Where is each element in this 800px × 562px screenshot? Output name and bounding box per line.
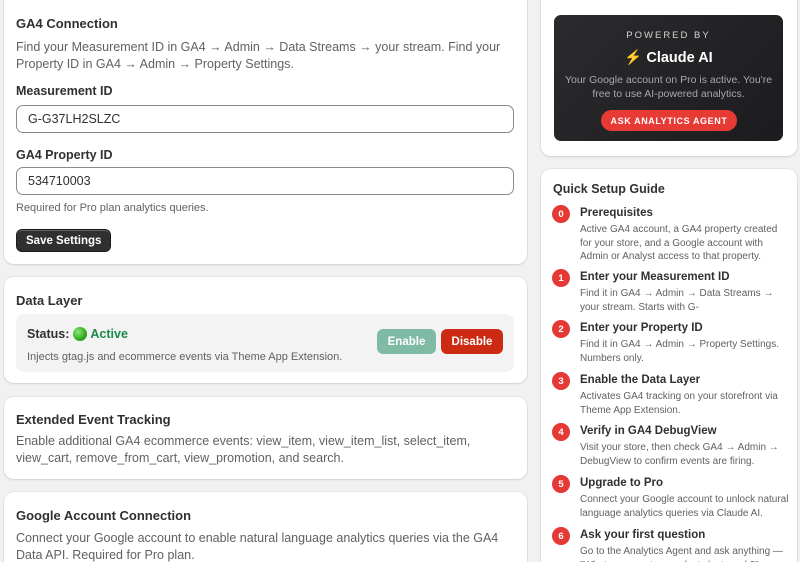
- status-prefix: Status:: [27, 327, 70, 341]
- step-title: Prerequisites: [580, 207, 653, 219]
- step-title: Verify in GA4 DebugView: [580, 425, 717, 437]
- data-layer-title: Data Layer: [16, 293, 83, 308]
- step-description: Find it in GA4 → Admin → Data Streams → …: [580, 288, 774, 313]
- step-description: Active GA4 account, a GA4 property creat…: [580, 224, 778, 262]
- data-layer-status-box: Status: Active Injects gtag.js and ecomm…: [16, 314, 514, 372]
- google-account-card: Google Account Connection Connect your G…: [4, 492, 527, 562]
- step-number-badge: 0: [552, 205, 570, 223]
- step-title: Enter your Measurement ID: [580, 271, 730, 283]
- step-number-badge: 5: [552, 475, 570, 493]
- green-circle-icon: [73, 327, 88, 341]
- measurement-id-input[interactable]: [16, 105, 514, 133]
- property-id-input[interactable]: [16, 167, 514, 195]
- enable-button[interactable]: Enable: [377, 329, 436, 354]
- step-title: Ask your first question: [580, 529, 706, 541]
- google-account-title: Google Account Connection: [16, 508, 192, 523]
- powered-by-card: POWERED BY ⚡ Claude AI Your Google accoun…: [541, 0, 797, 156]
- ga4-connection-card: GA4 Connection Find your Measurement ID …: [4, 0, 527, 264]
- powered-by-panel: POWERED BY ⚡ Claude AI Your Google accoun…: [554, 15, 783, 141]
- step-number-badge: 4: [552, 423, 570, 441]
- google-account-description: Connect your Google account to enable na…: [16, 531, 499, 562]
- measurement-id-label: Measurement ID: [16, 84, 113, 98]
- powered-by-description: Your Google account on Pro is active. Yo…: [564, 74, 773, 100]
- quick-setup-guide-card: Quick Setup Guide 0 Prerequisites Active…: [541, 169, 797, 562]
- step-number-badge: 2: [552, 320, 570, 338]
- brand-line: ⚡ Claude AI: [554, 49, 783, 66]
- step-title: Enable the Data Layer: [580, 374, 701, 386]
- ask-analytics-agent-button[interactable]: ASK ANALYTICS AGENT: [601, 110, 737, 131]
- data-layer-status: Status: Active: [27, 327, 128, 341]
- property-id-help: Required for Pro plan analytics queries.: [16, 202, 209, 214]
- step-description: Activates GA4 tracking on your storefron…: [580, 391, 778, 416]
- data-layer-card: Data Layer Status: Active Injects gtag.j…: [4, 277, 527, 383]
- extended-tracking-title: Extended Event Tracking: [16, 412, 171, 427]
- save-settings-button[interactable]: Save Settings: [16, 229, 112, 252]
- data-layer-description: Injects gtag.js and ecommerce events via…: [27, 351, 343, 363]
- step-title: Upgrade to Pro: [580, 477, 664, 489]
- property-id-label: GA4 Property ID: [16, 148, 113, 162]
- disable-button[interactable]: Disable: [441, 329, 503, 354]
- extended-tracking-description: Enable additional GA4 ecommerce events: …: [16, 434, 471, 465]
- lightning-bolt-icon: ⚡: [624, 50, 643, 66]
- extended-tracking-card: Extended Event Tracking Enable additiona…: [4, 397, 527, 479]
- step-number-badge: 6: [552, 527, 570, 545]
- step-description: Go to the Analytics Agent and ask anythi…: [580, 546, 783, 562]
- status-badge: Active: [90, 327, 128, 341]
- step-number-badge: 3: [552, 372, 570, 390]
- step-number-badge: 1: [552, 269, 570, 287]
- step-description: Visit your store, then check GA4 → Admin…: [580, 442, 779, 467]
- quick-setup-guide-title: Quick Setup Guide: [553, 182, 665, 196]
- step-description: Find it in GA4 → Admin → Property Settin…: [580, 339, 779, 364]
- step-title: Enter your Property ID: [580, 322, 703, 334]
- ga4-connection-description: Find your Measurement ID in GA4 → Admin …: [16, 40, 501, 71]
- powered-by-label: POWERED BY: [626, 30, 711, 41]
- ga4-connection-title: GA4 Connection: [16, 16, 118, 31]
- step-description: Connect your Google account to unlock na…: [580, 494, 789, 519]
- brand-name: Claude AI: [646, 50, 713, 66]
